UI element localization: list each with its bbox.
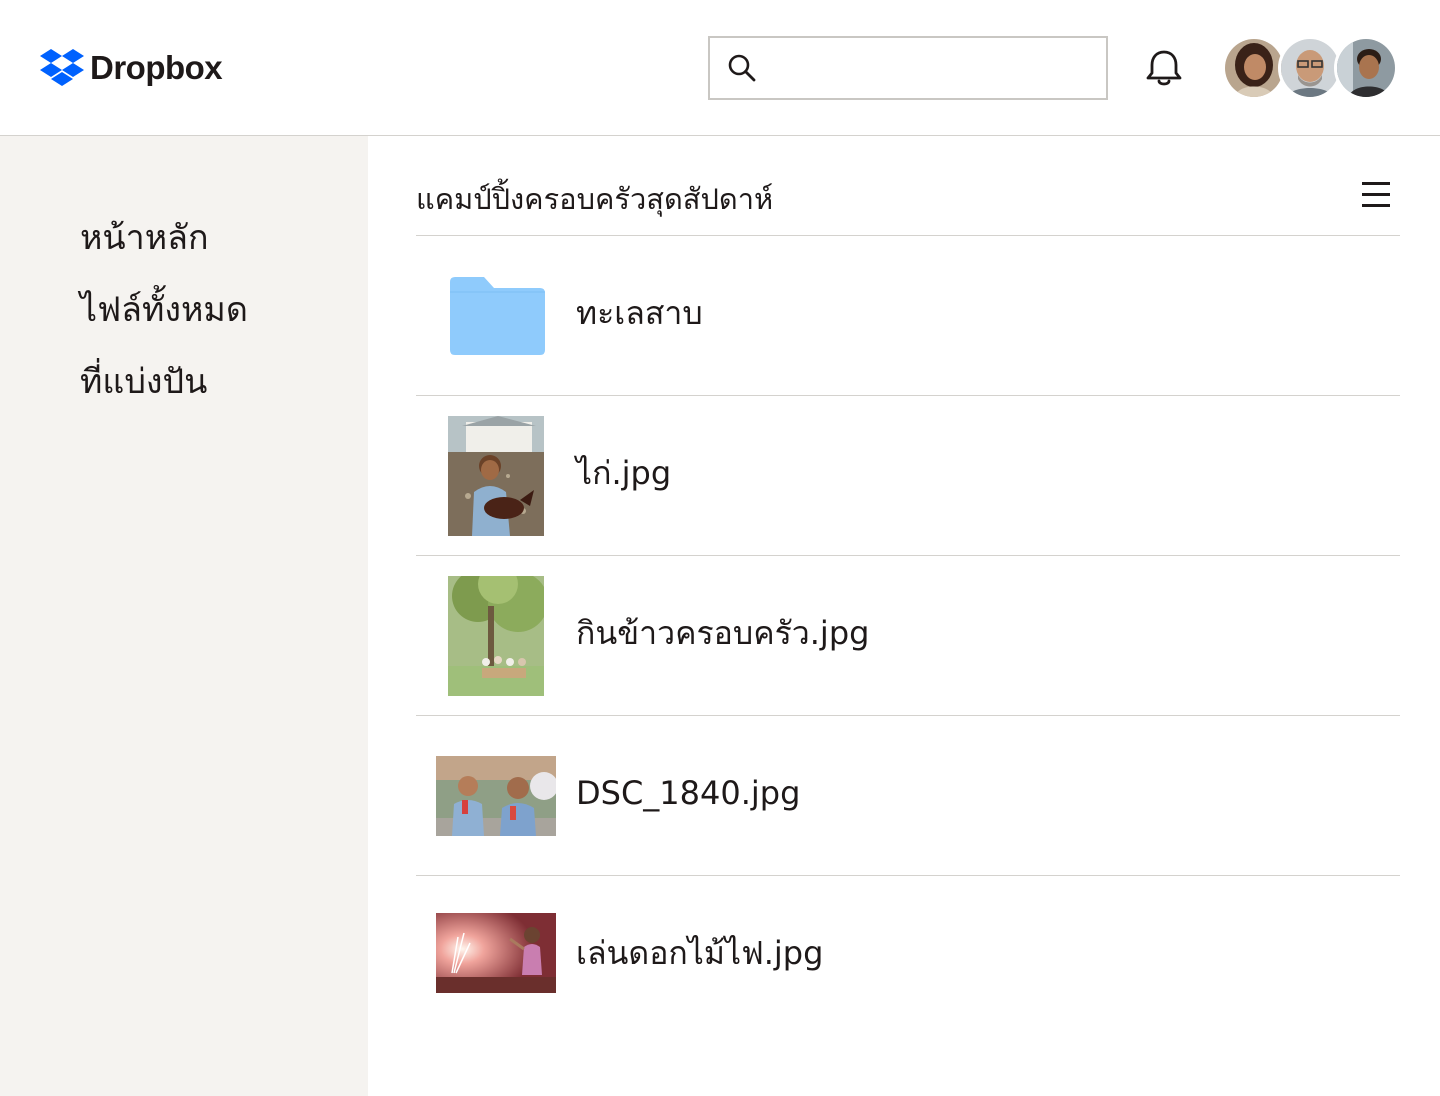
sidebar-item-home[interactable]: หน้าหลัก (80, 218, 209, 259)
file-name: กินข้าวครอบครัว.jpg (576, 614, 870, 652)
photo-thumbnail (436, 913, 556, 993)
file-row[interactable]: DSC_1840.jpg (416, 716, 1400, 876)
breadcrumb[interactable]: แคมป์ปิ้งครอบครัวสุดสัปดาห์ (416, 176, 773, 222)
file-name: เล่นดอกไม้ไฟ.jpg (576, 934, 824, 972)
file-browser: แคมป์ปิ้งครอบครัวสุดสัปดาห์ ทะเลสาบ ไก่.… (416, 136, 1400, 1096)
avatar[interactable] (1222, 36, 1286, 100)
photo-thumbnail (436, 756, 556, 836)
file-name: DSC_1840.jpg (576, 774, 801, 812)
photo-thumbnail (448, 576, 544, 696)
avatar[interactable] (1278, 36, 1342, 100)
file-name: ทะเลสาบ (576, 294, 703, 332)
top-header: Dropbox (0, 0, 1440, 136)
avatar[interactable] (1334, 36, 1398, 100)
bell-icon[interactable] (1142, 46, 1186, 90)
sidebar: หน้าหลัก ไฟล์ทั้งหมด ที่แบ่งปัน (0, 136, 368, 1096)
logo-text: Dropbox (90, 49, 223, 86)
search-box[interactable] (708, 36, 1108, 100)
photo-thumbnail (448, 416, 544, 536)
file-name: ไก่.jpg (576, 454, 672, 492)
hamburger-menu-icon[interactable] (1362, 182, 1390, 208)
file-row[interactable]: ไก่.jpg (416, 396, 1400, 556)
sidebar-item-shared[interactable]: ที่แบ่งปัน (80, 362, 207, 403)
sidebar-item-all-files[interactable]: ไฟล์ทั้งหมด (80, 290, 248, 331)
dropbox-logo-icon (40, 49, 84, 86)
file-row[interactable]: กินข้าวครอบครัว.jpg (416, 556, 1400, 716)
search-icon (728, 54, 756, 82)
dropbox-logo[interactable]: Dropbox (40, 48, 223, 88)
search-input[interactable] (766, 48, 1096, 88)
file-row[interactable]: ทะเลสาบ (416, 236, 1400, 396)
file-row[interactable]: เล่นดอกไม้ไฟ.jpg (416, 876, 1400, 1036)
folder-icon (450, 277, 545, 355)
